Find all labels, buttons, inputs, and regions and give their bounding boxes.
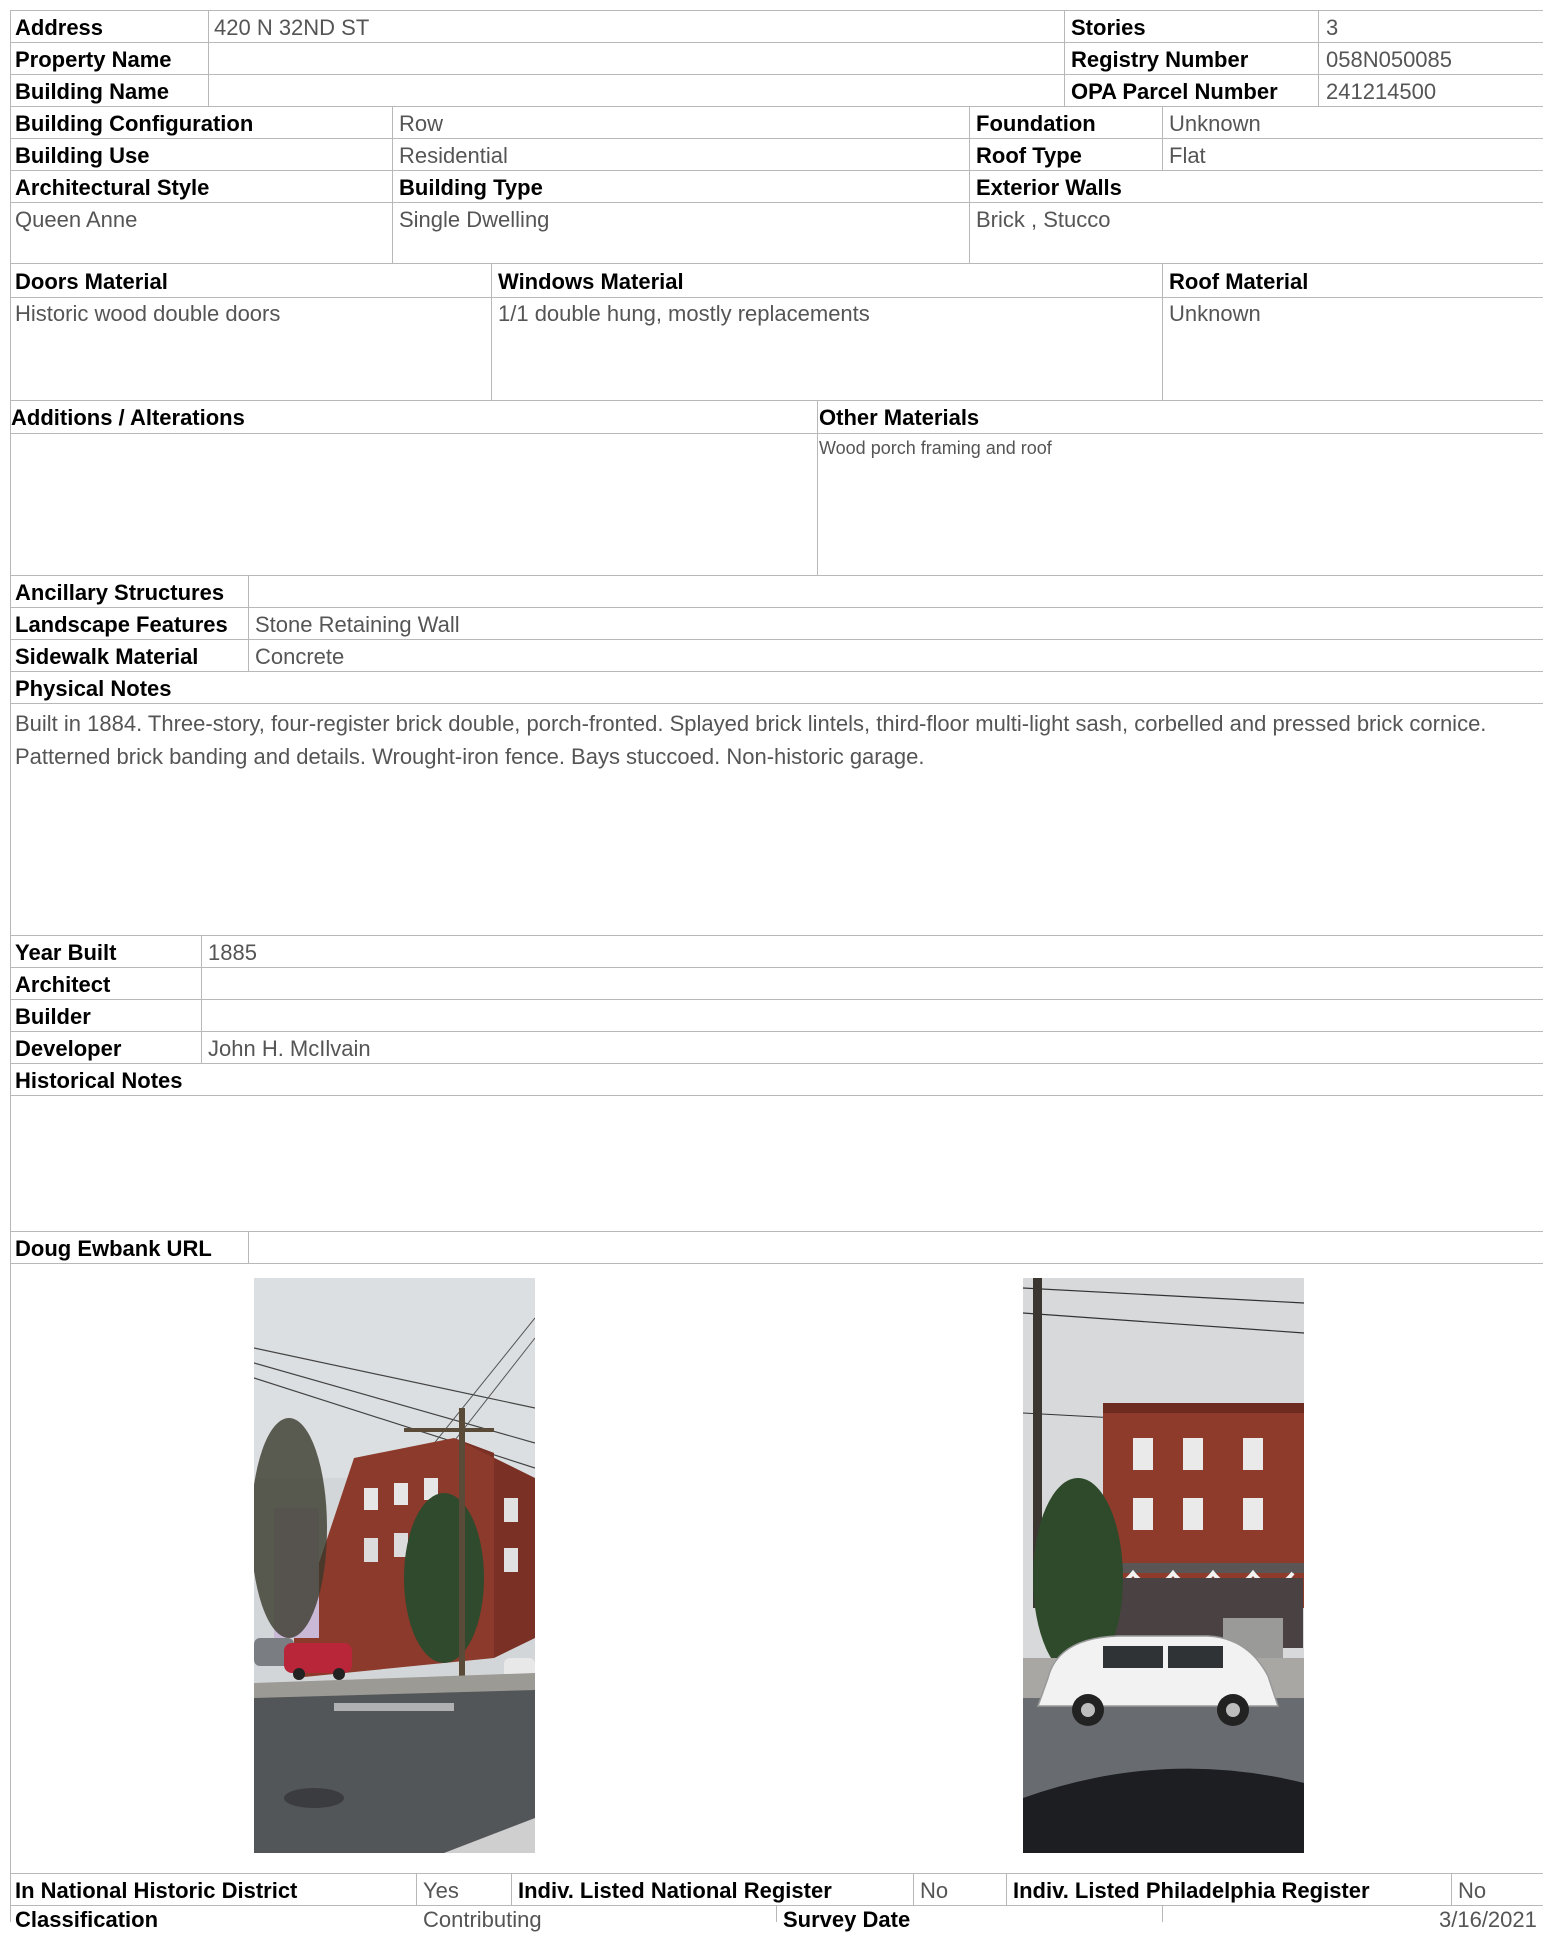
foundation-label: Foundation — [976, 111, 1096, 136]
building-use-value: Residential — [399, 143, 508, 168]
year-built-value: 1885 — [208, 940, 257, 965]
roof-material-value: Unknown — [1169, 301, 1261, 326]
roof-material-label: Roof Material — [1169, 269, 1309, 294]
classification-value: Contributing — [423, 1907, 542, 1932]
architect-label: Architect — [15, 972, 111, 997]
indiv-philadelphia-register-value: No — [1458, 1878, 1487, 1903]
indiv-national-register-label: Indiv. Listed National Register — [518, 1878, 832, 1903]
address-label: Address — [15, 15, 104, 40]
indiv-philadelphia-register-label: Indiv. Listed Philadelphia Register — [1013, 1878, 1370, 1903]
developer-label: Developer — [15, 1036, 122, 1061]
survey-date-value: 3/16/2021 — [1439, 1907, 1537, 1932]
exterior-walls-value: Brick , Stucco — [976, 207, 1111, 232]
roof-type-value: Flat — [1169, 143, 1206, 168]
stories-label: Stories — [1071, 15, 1146, 40]
doors-material-label: Doors Material — [15, 269, 168, 294]
opa-parcel-value: 241214500 — [1326, 79, 1437, 104]
foundation-value: Unknown — [1169, 111, 1261, 136]
exterior-walls-label: Exterior Walls — [976, 175, 1122, 200]
registry-number-value: 058N050085 — [1326, 47, 1453, 72]
corner-view-photo — [254, 1278, 535, 1853]
windows-material-value: 1/1 double hung, mostly replacements — [498, 301, 870, 326]
sidewalk-material-label: Sidewalk Material — [15, 644, 199, 669]
architectural-style-label: Architectural Style — [15, 175, 210, 200]
classification-label: Classification — [15, 1907, 159, 1932]
building-type-value: Single Dwelling — [399, 207, 550, 232]
ancillary-structures-label: Ancillary Structures — [15, 580, 225, 605]
roof-type-label: Roof Type — [976, 143, 1082, 168]
front-view-photo — [1023, 1278, 1304, 1853]
additions-alterations-label: Additions / Alterations — [11, 405, 245, 430]
developer-value: John H. McIlvain — [208, 1036, 371, 1061]
registry-number-label: Registry Number — [1071, 47, 1249, 72]
doug-ewbank-url-label: Doug Ewbank URL — [15, 1236, 212, 1261]
windows-material-label: Windows Material — [498, 269, 684, 294]
building-configuration-value: Row — [399, 111, 444, 136]
builder-label: Builder — [15, 1004, 91, 1029]
doors-material-value: Historic wood double doors — [15, 301, 281, 326]
other-materials-label: Other Materials — [819, 405, 980, 430]
building-configuration-label: Building Configuration — [15, 111, 254, 136]
other-materials-value: Wood porch framing and roof — [819, 438, 1052, 458]
year-built-label: Year Built — [15, 940, 117, 965]
building-name-label: Building Name — [15, 79, 170, 104]
historical-notes-label: Historical Notes — [15, 1068, 183, 1093]
physical-notes-text: Built in 1884. Three-story, four-registe… — [15, 711, 1487, 769]
architectural-style-value: Queen Anne — [15, 207, 138, 232]
stories-value: 3 — [1326, 15, 1339, 40]
landscape-features-label: Landscape Features — [15, 612, 228, 637]
property-name-label: Property Name — [15, 47, 172, 72]
survey-date-label: Survey Date — [783, 1907, 911, 1932]
building-use-label: Building Use — [15, 143, 150, 168]
physical-notes-label: Physical Notes — [15, 676, 172, 701]
indiv-national-register-value: No — [920, 1878, 949, 1903]
survey-form: Address 420 N 32ND ST Stories 3 Property… — [10, 10, 1543, 1932]
landscape-features-value: Stone Retaining Wall — [255, 612, 460, 637]
building-type-label: Building Type — [399, 175, 543, 200]
national-historic-district-label: In National Historic District — [15, 1878, 298, 1903]
opa-parcel-label: OPA Parcel Number — [1071, 79, 1278, 104]
sidewalk-material-value: Concrete — [255, 644, 345, 669]
address-value: 420 N 32ND ST — [214, 15, 370, 40]
national-historic-district-value: Yes — [423, 1878, 459, 1903]
